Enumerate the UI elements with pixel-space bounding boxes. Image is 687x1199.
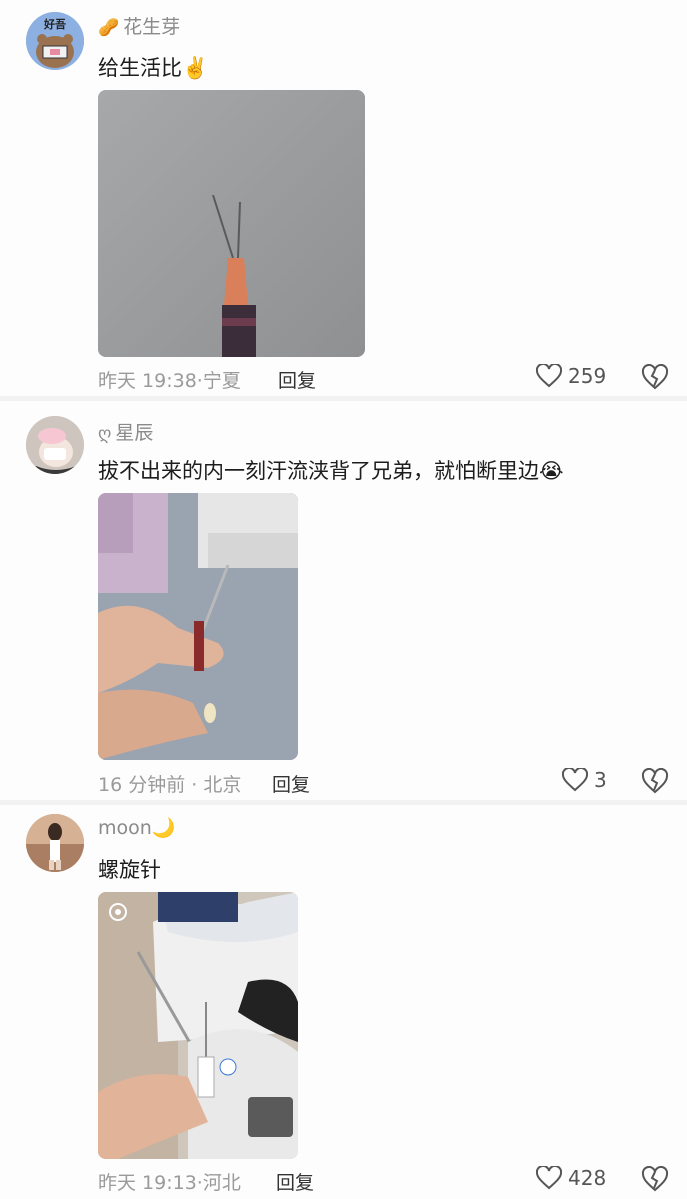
heart-icon bbox=[562, 768, 588, 792]
username-label: moon🌙 bbox=[98, 817, 176, 839]
comment-image[interactable] bbox=[98, 892, 298, 1159]
username[interactable]: ღ 星辰 bbox=[98, 418, 153, 445]
broken-heart-icon bbox=[641, 364, 669, 390]
like-button[interactable]: 3 bbox=[562, 768, 607, 792]
dislike-button[interactable] bbox=[641, 768, 669, 796]
comment-time: 昨天 19:38 bbox=[98, 370, 197, 392]
comment-meta: 昨天 19:13·河北 bbox=[98, 1172, 241, 1194]
reply-button[interactable]: 回复 bbox=[276, 1168, 314, 1195]
avatar[interactable] bbox=[26, 416, 84, 474]
avatar[interactable] bbox=[26, 814, 84, 872]
username-label: 花生芽 bbox=[123, 16, 181, 38]
comment-text: 螺旋针 bbox=[98, 858, 161, 882]
comment-image[interactable] bbox=[98, 90, 365, 357]
like-count: 259 bbox=[568, 364, 607, 388]
comment-location: 北京 bbox=[203, 774, 242, 796]
dislike-button[interactable] bbox=[641, 364, 669, 392]
comment-meta: 昨天 19:38·宁夏 bbox=[98, 370, 241, 392]
avatar-label: 好吾 bbox=[44, 18, 66, 31]
peanut-badge-icon: 🥜 bbox=[98, 18, 120, 38]
comment-image[interactable] bbox=[98, 493, 298, 760]
username[interactable]: moon🌙 bbox=[98, 816, 175, 839]
comment-location: 宁夏 bbox=[202, 370, 241, 392]
comment-time: 昨天 19:13 bbox=[98, 1172, 197, 1194]
reply-button[interactable]: 回复 bbox=[278, 366, 316, 393]
broken-heart-icon bbox=[641, 1166, 669, 1192]
like-button[interactable]: 428 bbox=[536, 1166, 606, 1190]
username[interactable]: 🥜 花生芽 bbox=[98, 12, 180, 39]
avatar[interactable]: 好吾 bbox=[26, 12, 84, 70]
reply-button[interactable]: 回复 bbox=[272, 770, 310, 797]
username-label: 星辰 bbox=[115, 422, 154, 444]
like-button[interactable]: 259 bbox=[536, 364, 606, 388]
comment-item: 好吾 🥜 花生芽 给生活比✌️ 昨天 19:38·宁夏 回复 259 bbox=[0, 0, 687, 398]
comment-text: 给生活比✌️ bbox=[98, 56, 209, 80]
like-count: 3 bbox=[594, 768, 607, 792]
comment-location: 河北 bbox=[202, 1172, 241, 1194]
like-count: 428 bbox=[568, 1166, 607, 1190]
comment-meta: 16 分钟前 · 北京 bbox=[98, 774, 242, 796]
heart-badge-icon: ღ bbox=[98, 424, 112, 444]
comment-item: moon🌙 螺旋针 昨天 19:13·河北 回复 428 bbox=[0, 802, 687, 1199]
heart-icon bbox=[536, 1166, 562, 1190]
broken-heart-icon bbox=[641, 768, 669, 794]
comment-time: 16 分钟前 bbox=[98, 774, 186, 796]
comment-text: 拔不出来的内一刻汗流浃背了兄弟，就怕断里边😭 bbox=[98, 459, 564, 483]
dislike-button[interactable] bbox=[641, 1166, 669, 1194]
comment-item: ღ 星辰 拔不出来的内一刻汗流浃背了兄弟，就怕断里边😭 16 分钟前 · 北京 回… bbox=[0, 398, 687, 802]
heart-icon bbox=[536, 364, 562, 388]
